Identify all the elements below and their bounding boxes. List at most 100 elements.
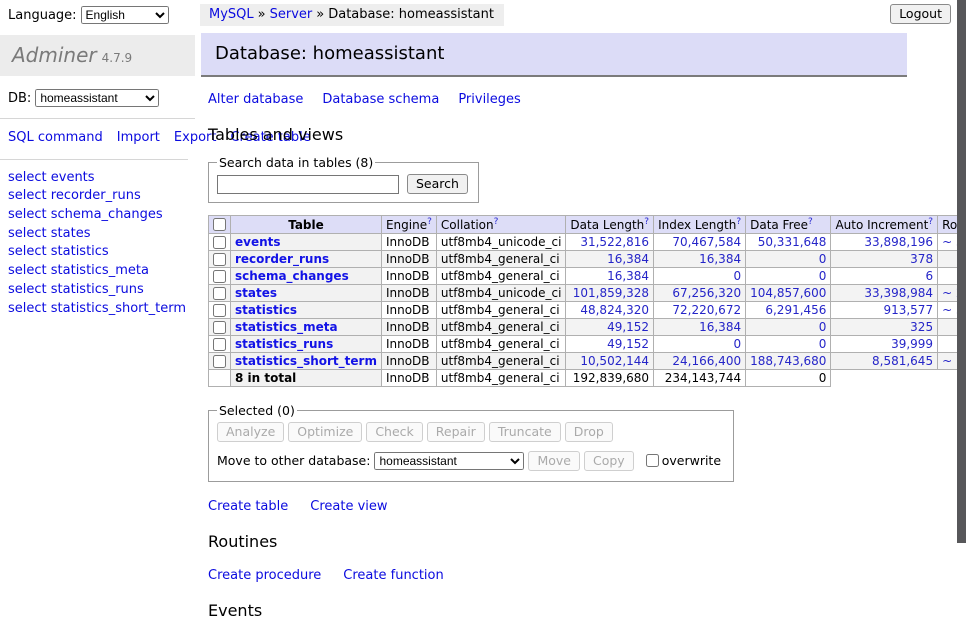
breadcrumb-link-server[interactable]: Server xyxy=(270,7,313,22)
truncate-button[interactable]: Truncate xyxy=(489,422,561,442)
auto-increment-cell: 6 xyxy=(831,268,938,285)
auto-increment-cell: 913,577 xyxy=(831,302,938,319)
help-link[interactable]: ? xyxy=(644,217,649,227)
nav-link-database-schema[interactable]: Database schema xyxy=(322,92,439,107)
data-length-cell: 31,522,816 xyxy=(566,234,654,251)
table-name-link[interactable]: schema_changes xyxy=(235,269,349,283)
sidebar-select-states[interactable]: select states xyxy=(8,225,187,244)
help-superscript: ? xyxy=(808,217,813,227)
auto-increment-cell: 8,581,645 xyxy=(831,353,938,370)
row-checkbox[interactable] xyxy=(213,338,226,351)
table-name-link[interactable]: events xyxy=(235,235,281,249)
sidebar-link-import[interactable]: Import xyxy=(117,130,160,145)
help-link[interactable]: ? xyxy=(928,217,933,227)
table-name-link[interactable]: recorder_runs xyxy=(235,252,329,266)
sidebar-select-statistics-short-term[interactable]: select statistics_short_term xyxy=(8,300,187,319)
sidebar-select-recorder-runs[interactable]: select recorder_runs xyxy=(8,187,187,206)
data-free-cell: 6,291,456 xyxy=(746,302,831,319)
engine-cell: InnoDB xyxy=(381,336,436,353)
help-link[interactable]: ? xyxy=(494,217,499,227)
move-label: Move to other database: xyxy=(217,453,370,468)
move-button[interactable]: Move xyxy=(528,451,580,471)
data-length-cell: 49,152 xyxy=(566,336,654,353)
table-name-link[interactable]: statistics_runs xyxy=(235,337,333,351)
row-checkbox[interactable] xyxy=(213,304,226,317)
row-checkbox[interactable] xyxy=(213,236,226,249)
search-input[interactable] xyxy=(217,175,399,194)
drop-button[interactable]: Drop xyxy=(565,422,613,442)
routines-heading: Routines xyxy=(208,532,957,551)
row-checkbox[interactable] xyxy=(213,253,226,266)
row-checkbox[interactable] xyxy=(213,355,226,368)
create-view-link[interactable]: Create view xyxy=(310,499,387,514)
column-header-label: Data Free xyxy=(750,218,808,232)
auto-increment-cell: 33,398,984 xyxy=(831,285,938,302)
overwrite-checkbox[interactable] xyxy=(646,454,659,467)
select-all-checkbox[interactable] xyxy=(213,218,226,231)
selected-buttons-row: AnalyzeOptimizeCheckRepairTruncateDrop xyxy=(217,422,721,442)
row-checkbox[interactable] xyxy=(213,287,226,300)
engine-cell: InnoDB xyxy=(381,251,436,268)
database-nav-links: Alter database Database schema Privileges xyxy=(208,92,957,107)
sidebar-table-links: select eventsselect recorder_runsselect … xyxy=(0,160,195,328)
logout-button[interactable]: Logout xyxy=(890,4,951,24)
auto-increment-cell: 325 xyxy=(831,319,938,336)
help-link[interactable]: ? xyxy=(808,217,813,227)
copy-button[interactable]: Copy xyxy=(584,451,634,471)
collation-cell: utf8mb4_general_ci xyxy=(436,336,566,353)
check-button[interactable]: Check xyxy=(366,422,422,442)
table-name-link[interactable]: statistics_meta xyxy=(235,320,338,334)
data-length-cell: 10,502,144 xyxy=(566,353,654,370)
analyze-button[interactable]: Analyze xyxy=(217,422,284,442)
adminer-version: 4.7.9 xyxy=(102,51,133,65)
language-select[interactable]: English xyxy=(81,6,169,24)
total-label-cell: 8 in total xyxy=(231,370,382,387)
move-row: Move to other database: homeassistantMove… xyxy=(217,451,721,471)
row-checkbox[interactable] xyxy=(213,321,226,334)
create-function-link[interactable]: Create function xyxy=(343,568,443,583)
select-all-cell xyxy=(209,216,231,234)
help-superscript: ? xyxy=(494,217,499,227)
optimize-button[interactable]: Optimize xyxy=(288,422,362,442)
tables-table: TableEngine?Collation?Data Length?Index … xyxy=(208,215,966,387)
engine-cell: InnoDB xyxy=(381,302,436,319)
row-checkbox-cell xyxy=(209,336,231,353)
help-link[interactable]: ? xyxy=(427,217,432,227)
create-table-link[interactable]: Create table xyxy=(208,499,288,514)
data-free-cell: 50,331,648 xyxy=(746,234,831,251)
data-length-cell: 16,384 xyxy=(566,251,654,268)
sidebar-select-statistics-runs[interactable]: select statistics_runs xyxy=(8,281,187,300)
sidebar-select-statistics[interactable]: select statistics xyxy=(8,243,187,262)
language-row: Language: English xyxy=(0,0,195,28)
repair-button[interactable]: Repair xyxy=(427,422,485,442)
search-button[interactable]: Search xyxy=(407,174,468,194)
sidebar-select-schema-changes[interactable]: select schema_changes xyxy=(8,206,187,225)
vertical-scrollbar[interactable] xyxy=(957,0,966,543)
column-header-label: Engine xyxy=(386,218,427,232)
help-superscript: ? xyxy=(928,217,933,227)
nav-link-alter-database[interactable]: Alter database xyxy=(208,92,303,107)
column-header-auto-increment: Auto Increment? xyxy=(831,216,938,234)
db-select[interactable]: homeassistant xyxy=(35,89,159,107)
breadcrumb-link-mysql[interactable]: MySQL xyxy=(209,7,254,22)
data-free-cell: 0 xyxy=(746,268,831,285)
help-link[interactable]: ? xyxy=(736,217,741,227)
create-procedure-link[interactable]: Create procedure xyxy=(208,568,321,583)
row-checkbox[interactable] xyxy=(213,270,226,283)
sidebar-select-statistics-meta[interactable]: select statistics_meta xyxy=(8,262,187,281)
collation-cell: utf8mb4_general_ci xyxy=(436,268,566,285)
sidebar-link-sql-command[interactable]: SQL command xyxy=(8,130,103,145)
engine-cell: InnoDB xyxy=(381,285,436,302)
db-row: DB:homeassistant xyxy=(0,76,195,119)
table-name-link[interactable]: states xyxy=(235,286,277,300)
main-content: MySQL»Server»Database: homeassistant Log… xyxy=(195,0,957,543)
column-header-data-length: Data Length? xyxy=(566,216,654,234)
row-checkbox-cell xyxy=(209,234,231,251)
move-database-select[interactable]: homeassistant xyxy=(374,452,524,470)
language-label: Language: xyxy=(8,8,77,23)
sidebar-select-events[interactable]: select events xyxy=(8,169,187,188)
table-name-link[interactable]: statistics_short_term xyxy=(235,354,377,368)
data-free-cell: 104,857,600 xyxy=(746,285,831,302)
nav-link-privileges[interactable]: Privileges xyxy=(458,92,521,107)
table-name-link[interactable]: statistics xyxy=(235,303,297,317)
